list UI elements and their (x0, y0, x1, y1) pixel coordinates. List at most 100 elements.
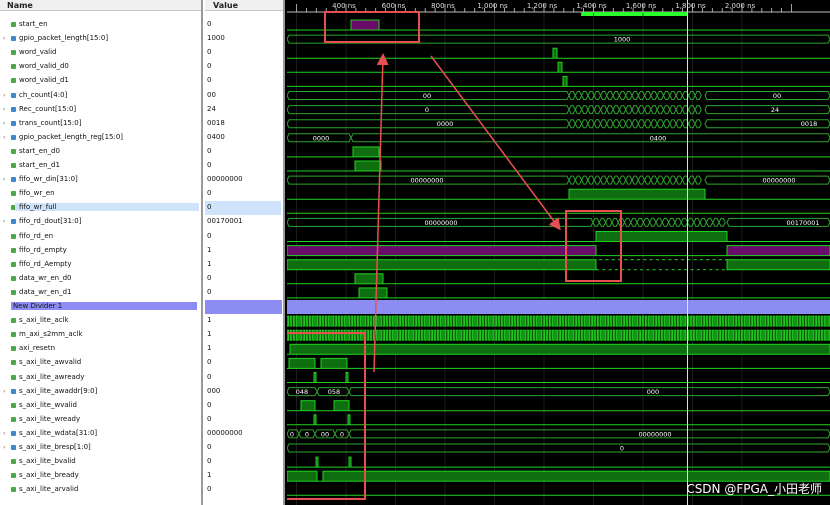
bus-segment (688, 91, 696, 100)
value-column-header[interactable]: Value (205, 0, 285, 11)
signal-row[interactable]: › fifo_wr_din[31:0] 00000000 (0, 173, 285, 187)
bus-segment (694, 91, 702, 100)
wave-pulse (536, 329, 539, 341)
signal-row[interactable]: › trans_count[15:0] 0018 (0, 117, 285, 131)
signal-row[interactable]: start_en 0 (0, 18, 285, 32)
bus-segment (287, 443, 830, 453)
expand-chevron-icon[interactable]: › (3, 134, 5, 141)
wave-pulse (683, 329, 686, 341)
bus-segment (656, 105, 665, 115)
wave-pulse (731, 329, 734, 341)
name-column-header[interactable]: Name (0, 0, 203, 11)
expand-chevron-icon[interactable]: › (3, 218, 5, 225)
signal-row[interactable]: start_en_d0 0 (0, 145, 285, 159)
expand-chevron-icon[interactable]: › (3, 176, 5, 183)
signal-row[interactable]: fifo_rd_empty 1 (0, 244, 285, 258)
signal-row[interactable]: › s_axi_lite_awaddr[9:0] 000 (0, 385, 285, 399)
wave-pulse (724, 329, 728, 341)
signal-name: s_axi_lite_wvalid (19, 400, 77, 409)
signal-value: 24 (207, 104, 216, 113)
signal-row[interactable]: data_wr_en_d1 0 (0, 286, 285, 300)
wave-pulse (619, 329, 622, 341)
bus-value-label: 0000 (313, 134, 330, 142)
bus-segment (718, 217, 726, 227)
time-ruler[interactable]: 400 ns 600 ns 800 ns 1,000 ns 1,200 ns 1,400 … (287, 0, 830, 16)
wave-pulse (452, 329, 456, 341)
signal-row[interactable]: fifo_wr_en 0 (0, 187, 285, 201)
wave-pulse (657, 329, 661, 341)
bus-segment (599, 119, 608, 129)
signal-row[interactable]: › Rec_count[15:0] 24 (0, 103, 285, 117)
bus-segment (637, 105, 646, 115)
signal-row[interactable]: › s_axi_lite_bresp[1:0] 0 (0, 441, 285, 455)
signal-row[interactable]: s_axi_lite_bready 1 (0, 469, 285, 483)
signal-row[interactable]: s_axi_lite_awvalid 0 (0, 356, 285, 370)
wave-pulse (795, 315, 798, 327)
bus-segment (642, 217, 651, 227)
signal-row[interactable]: › ch_count[4:0] 00 (0, 89, 285, 103)
signal-row[interactable]: s_axi_lite_arvalid 0 (0, 483, 285, 497)
bus-value-label: 0 (620, 445, 624, 453)
signal-row[interactable]: › gpio_packet_length_reg[15:0] 0400 (0, 131, 285, 145)
bus-segment (618, 175, 627, 185)
wave-pulse (296, 329, 299, 341)
waveform-canvas[interactable]: 400 ns 600 ns 800 ns 1,000 ns 1,200 ns 1,400 … (287, 0, 830, 505)
signal-value: 00000000 (207, 428, 243, 437)
wave-pulse (712, 315, 715, 327)
signal-row[interactable]: word_valid_d1 0 (0, 74, 285, 88)
wave-pulse (568, 188, 706, 200)
expand-chevron-icon[interactable]: › (3, 35, 5, 42)
signal-value: 0 (207, 400, 212, 409)
expand-chevron-icon[interactable]: › (3, 430, 5, 437)
wave-pulse (440, 329, 443, 341)
signal-row[interactable]: s_axi_lite_wvalid 0 (0, 399, 285, 413)
wave-pulse (532, 329, 536, 341)
signal-row[interactable]: New Divider 1 (0, 300, 285, 314)
signal-row[interactable]: data_wr_en_d0 0 (0, 272, 285, 286)
wave-pulse (494, 329, 498, 341)
signal-row[interactable]: › s_axi_lite_wdata[31:0] 00000000 (0, 427, 285, 441)
signal-name: s_axi_lite_wdata[31:0] (19, 428, 98, 437)
expand-chevron-icon[interactable]: › (3, 106, 5, 113)
signal-row[interactable]: axi_resetn 1 (0, 342, 285, 356)
signal-name: m_axi_s2mm_aclk (19, 330, 83, 339)
signal-row[interactable]: word_valid_d0 0 (0, 60, 285, 74)
signal-row[interactable]: fifo_rd_en 0 (0, 230, 285, 244)
bus-segment (599, 91, 608, 100)
bus-value-label: 00000000 (424, 219, 457, 227)
signal-row[interactable]: m_axi_s2mm_aclk 1 (0, 328, 285, 342)
wave-pulse (584, 315, 587, 327)
expand-chevron-icon[interactable]: › (3, 388, 5, 395)
signal-row[interactable]: s_axi_lite_awready 0 (0, 371, 285, 385)
wave-pulse (334, 329, 338, 341)
signal-row[interactable]: word_valid 0 (0, 46, 285, 60)
wave-pulse (395, 329, 398, 341)
bus-segment (593, 119, 602, 129)
wave-pulse (712, 329, 715, 341)
signal-row[interactable]: s_axi_lite_bvalid 0 (0, 455, 285, 469)
bus-segment (688, 105, 696, 115)
wave-pulse (824, 329, 827, 341)
bus-segment (612, 105, 620, 115)
signal-row[interactable]: start_en_d1 0 (0, 159, 285, 173)
expand-chevron-icon[interactable]: › (3, 120, 5, 127)
wave-pulse (478, 315, 482, 327)
expand-chevron-icon[interactable]: › (3, 92, 5, 99)
bit-signal-icon (11, 191, 16, 197)
wave-pulse (318, 315, 322, 327)
signal-name: fifo_rd_Aempty (19, 259, 72, 268)
bus-segment (625, 91, 633, 100)
signal-row[interactable]: s_axi_lite_wready 0 (0, 413, 285, 427)
signal-row[interactable]: fifo_rd_Aempty 1 (0, 258, 285, 272)
signal-row[interactable]: s_axi_lite_aclk 1 (0, 314, 285, 328)
bus-segment (581, 91, 589, 100)
wave-pulse (564, 315, 568, 327)
bus-segment (694, 105, 702, 115)
wave-pulse (625, 315, 629, 327)
wave-pulse (376, 315, 379, 327)
wave-pulse (776, 329, 779, 341)
expand-chevron-icon[interactable]: › (3, 444, 5, 451)
signal-row[interactable]: fifo_wr_full 0 (0, 201, 285, 216)
signal-row[interactable]: › gpio_packet_length[15:0] 1000 (0, 32, 285, 46)
signal-row[interactable]: › fifo_rd_dout[31:0] 00170001 (0, 215, 285, 229)
